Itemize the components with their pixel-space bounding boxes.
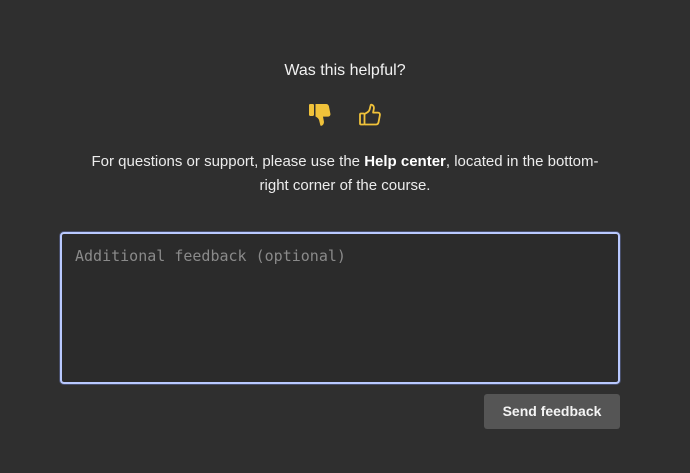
thumbs-up-button[interactable] — [358, 102, 382, 128]
thumbs-down-icon — [309, 104, 331, 126]
additional-feedback-input[interactable] — [62, 234, 618, 382]
help-center-link-text: Help center — [364, 153, 446, 170]
feedback-textarea-wrapper — [60, 232, 620, 384]
thumbs-up-icon — [359, 103, 381, 126]
feedback-question: Was this helpful? — [284, 62, 406, 79]
support-info-text: For questions or support, please use the… — [80, 150, 610, 198]
send-feedback-button[interactable]: Send feedback — [484, 394, 620, 429]
rating-buttons — [0, 102, 690, 128]
support-info-prefix: For questions or support, please use the — [91, 153, 365, 170]
thumbs-down-button[interactable] — [308, 102, 332, 128]
